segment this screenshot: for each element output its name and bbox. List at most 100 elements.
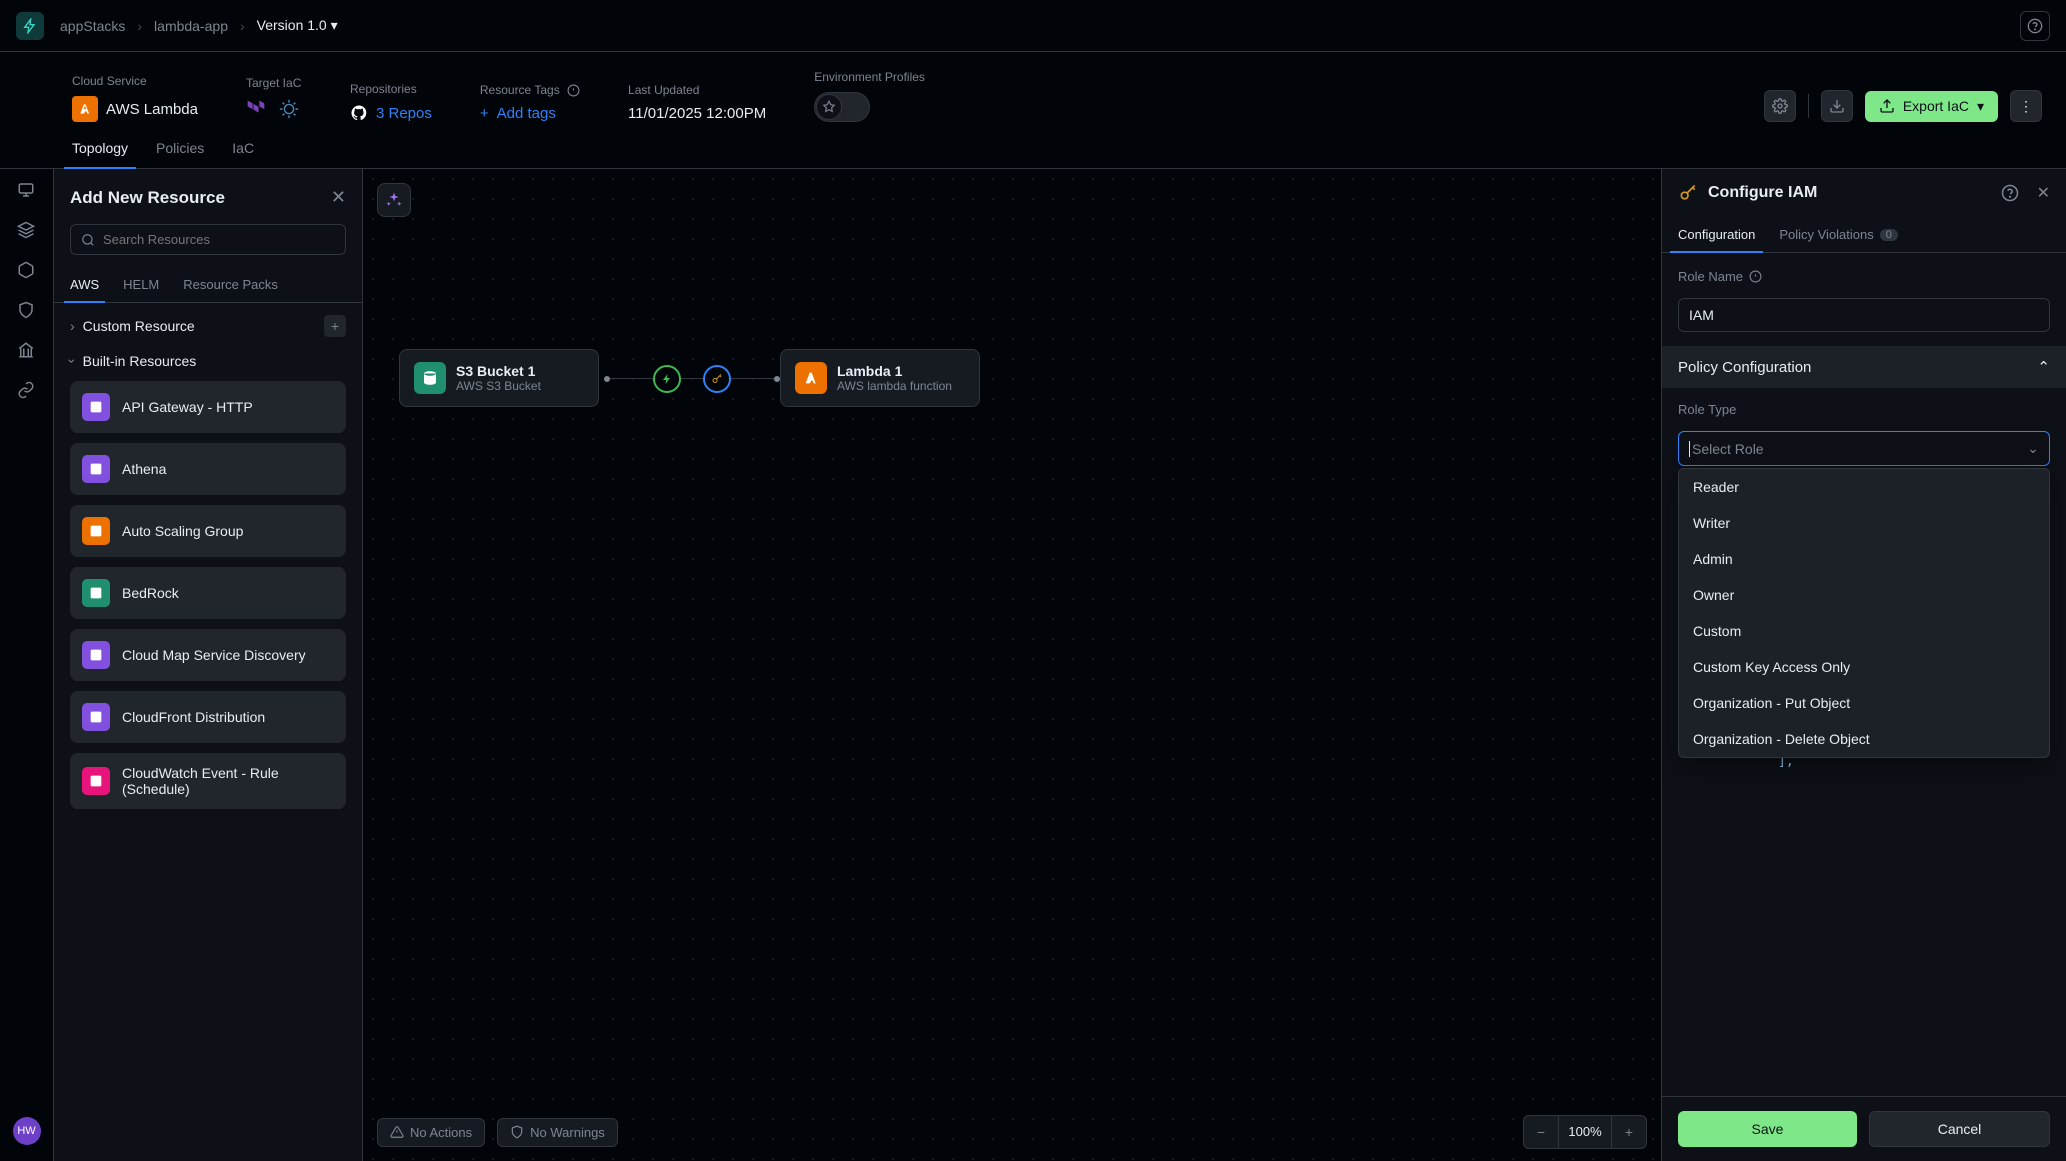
resource-label: BedRock <box>122 585 179 601</box>
resource-item[interactable]: CloudFront Distribution <box>70 691 346 743</box>
close-icon[interactable]: ✕ <box>2037 183 2050 203</box>
search-input[interactable] <box>103 232 335 247</box>
breadcrumb-app[interactable]: lambda-app <box>154 18 228 34</box>
app-logo[interactable] <box>16 12 44 40</box>
rp-tab-packs[interactable]: Resource Packs <box>183 267 278 302</box>
dropdown-option[interactable]: Organization - Delete Object <box>1679 721 2049 757</box>
target-iac-label: Target IaC <box>246 76 302 90</box>
resource-icon <box>82 517 110 545</box>
canvas-node-s3[interactable]: S3 Bucket 1 AWS S3 Bucket <box>399 349 599 407</box>
resource-item[interactable]: API Gateway - HTTP <box>70 381 346 433</box>
export-iac-button[interactable]: Export IaC ▾ <box>1865 91 1998 122</box>
role-type-select[interactable]: Select Role ⌄ <box>1678 431 2050 466</box>
breadcrumb-root[interactable]: appStacks <box>60 18 125 34</box>
resource-label: Auto Scaling Group <box>122 523 243 539</box>
user-avatar[interactable]: HW <box>13 1117 41 1145</box>
node-title: Lambda 1 <box>837 363 952 379</box>
help-icon[interactable] <box>2001 184 2019 202</box>
lambda-chip-icon[interactable] <box>653 365 681 393</box>
nav-layers-icon[interactable] <box>17 221 37 241</box>
resource-label: Cloud Map Service Discovery <box>122 647 306 663</box>
role-name-label: Role Name <box>1678 269 2050 284</box>
zoom-out-button[interactable]: − <box>1524 1116 1558 1148</box>
repos-link[interactable]: 3 Repos <box>376 105 432 122</box>
resource-item[interactable]: CloudWatch Event - Rule (Schedule) <box>70 753 346 809</box>
zoom-value: 100% <box>1558 1116 1612 1148</box>
node-title: S3 Bucket 1 <box>456 363 541 379</box>
env-profiles-toggle[interactable] <box>814 92 870 122</box>
breadcrumb-version[interactable]: Version 1.0 ▾ <box>257 17 338 34</box>
nav-monitor-icon[interactable] <box>17 181 37 201</box>
cancel-button[interactable]: Cancel <box>1869 1111 2050 1147</box>
nav-bank-icon[interactable] <box>17 341 37 361</box>
cloud-service-label: Cloud Service <box>72 74 198 88</box>
chevron-down-icon: ▾ <box>1977 98 1984 115</box>
resource-icon <box>82 767 110 795</box>
resource-icon <box>82 579 110 607</box>
dropdown-option[interactable]: Owner <box>1679 577 2049 613</box>
dropdown-option[interactable]: Organization - Put Object <box>1679 685 2049 721</box>
add-tags-button[interactable]: + Add tags <box>480 105 580 122</box>
top-bar: appStacks › lambda-app › Version 1.0 ▾ <box>0 0 2066 52</box>
ai-sparkle-button[interactable] <box>377 183 411 217</box>
download-button[interactable] <box>1821 90 1853 122</box>
main-tabs: Topology Policies IaC <box>0 122 2066 169</box>
resource-tags-label: Resource Tags <box>480 83 580 97</box>
resource-item[interactable]: BedRock <box>70 567 346 619</box>
resource-item[interactable]: Cloud Map Service Discovery <box>70 629 346 681</box>
nav-link-icon[interactable] <box>17 381 37 401</box>
resource-panel-title: Add New Resource <box>70 188 225 208</box>
dropdown-option[interactable]: Custom Key Access Only <box>1679 649 2049 685</box>
canvas-node-lambda[interactable]: Lambda 1 AWS lambda function <box>780 349 980 407</box>
resource-label: Athena <box>122 461 166 477</box>
aws-lambda-icon <box>72 96 98 122</box>
dropdown-option[interactable]: Custom <box>1679 613 2049 649</box>
chevron-right-icon: › <box>137 18 142 34</box>
add-custom-button[interactable]: + <box>324 315 346 337</box>
role-type-dropdown: ReaderWriterAdminOwnerCustomCustom Key A… <box>1678 468 2050 758</box>
policy-config-section[interactable]: Policy Configuration ⌃ <box>1662 346 2066 388</box>
builtin-resource-section[interactable]: ›Built-in Resources <box>54 349 362 381</box>
settings-button[interactable] <box>1764 90 1796 122</box>
dropdown-option[interactable]: Admin <box>1679 541 2049 577</box>
save-button[interactable]: Save <box>1678 1111 1857 1147</box>
chevron-up-icon: ⌃ <box>2037 358 2050 376</box>
cp-tab-violations[interactable]: Policy Violations 0 <box>1779 217 1898 252</box>
search-input-wrap[interactable] <box>70 224 346 255</box>
resource-icon <box>82 641 110 669</box>
resource-icon <box>82 455 110 483</box>
zoom-in-button[interactable]: + <box>1612 1116 1646 1148</box>
violations-count-badge: 0 <box>1880 229 1898 241</box>
dropdown-option[interactable]: Reader <box>1679 469 2049 505</box>
nav-hexagon-icon[interactable] <box>17 261 37 281</box>
resource-icon <box>82 393 110 421</box>
resource-icon <box>82 703 110 731</box>
custom-resource-section[interactable]: ›Custom Resource + <box>54 303 362 349</box>
meta-header: Cloud Service AWS Lambda Target IaC Repo… <box>0 52 2066 122</box>
no-actions-pill[interactable]: No Actions <box>377 1118 485 1147</box>
topology-canvas[interactable]: S3 Bucket 1 AWS S3 Bucket Lambda 1 AWS l… <box>363 169 1661 1161</box>
close-icon[interactable]: ✕ <box>331 187 346 208</box>
cp-tab-configuration[interactable]: Configuration <box>1678 217 1755 252</box>
resource-label: CloudWatch Event - Rule (Schedule) <box>122 765 334 797</box>
tab-policies[interactable]: Policies <box>156 140 204 168</box>
tab-iac[interactable]: IaC <box>232 140 254 168</box>
resource-item[interactable]: Auto Scaling Group <box>70 505 346 557</box>
resource-item[interactable]: Athena <box>70 443 346 495</box>
help-button[interactable] <box>2020 11 2050 41</box>
chevron-down-icon: › <box>64 359 80 364</box>
more-menu-button[interactable]: ⋮ <box>2010 90 2042 122</box>
rp-tab-helm[interactable]: HELM <box>123 267 159 302</box>
no-warnings-pill[interactable]: No Warnings <box>497 1118 618 1147</box>
search-icon <box>81 233 95 247</box>
rp-tab-aws[interactable]: AWS <box>70 267 99 302</box>
role-name-input[interactable] <box>1678 298 2050 332</box>
left-nav: HW <box>0 169 54 1161</box>
key-chip-icon[interactable] <box>703 365 731 393</box>
dropdown-option[interactable]: Writer <box>1679 505 2049 541</box>
cloud-service-value: AWS Lambda <box>106 101 198 118</box>
canvas-bottom-bar: No Actions No Warnings − 100% + <box>377 1115 1647 1149</box>
resource-label: CloudFront Distribution <box>122 709 265 725</box>
nav-shield-icon[interactable] <box>17 301 37 321</box>
tab-topology[interactable]: Topology <box>72 140 128 168</box>
